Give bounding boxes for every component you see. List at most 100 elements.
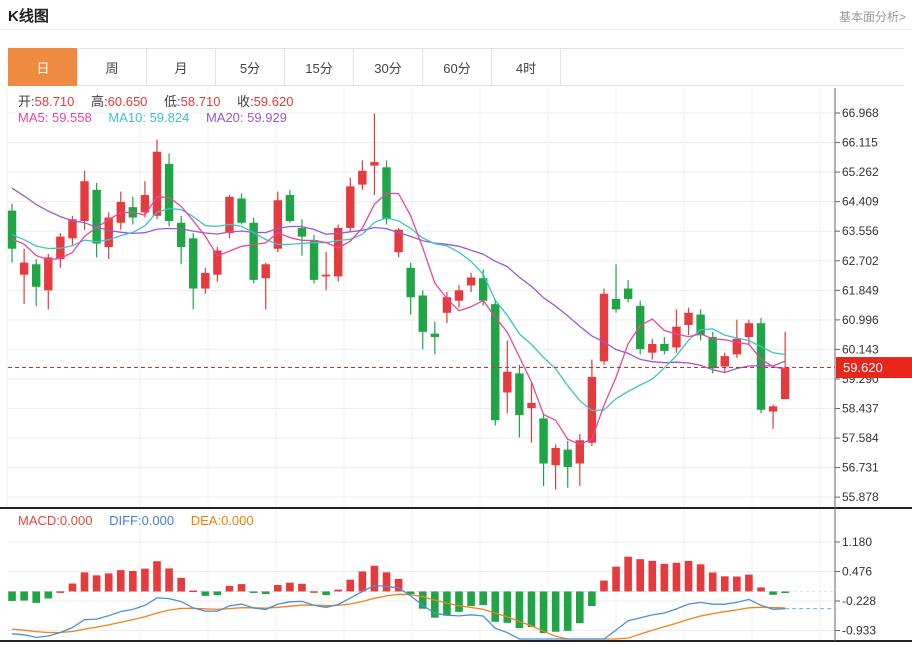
macd-bar xyxy=(455,591,463,611)
macd-bar xyxy=(600,581,608,592)
macd-bar xyxy=(165,568,173,591)
diff-label: DIFF: xyxy=(109,513,142,528)
axis-tick-label: 62.702 xyxy=(842,254,879,268)
page-header: K线图 基本面分析> xyxy=(0,0,912,30)
macd-bar xyxy=(697,564,705,591)
macd-bar xyxy=(479,591,487,605)
candle-body xyxy=(237,198,245,222)
candle-body xyxy=(672,327,680,348)
ohlc-readout: 开:58.710 高:60.650 低:58.710 收:59.620 xyxy=(18,91,306,110)
macd-bar xyxy=(117,570,125,591)
candle-body xyxy=(564,450,572,467)
macd-bar xyxy=(202,591,210,595)
open-value: 58.710 xyxy=(35,94,75,109)
tab-5min[interactable]: 5分 xyxy=(215,48,285,86)
macd-bar xyxy=(214,591,222,595)
low-value: 58.710 xyxy=(181,94,221,109)
macd-bar xyxy=(141,569,149,592)
candle-body xyxy=(527,403,535,408)
macd-bar xyxy=(781,591,789,593)
macd-bar xyxy=(685,561,693,592)
page-title: K线图 xyxy=(8,5,49,26)
axis-tick-label: 57.584 xyxy=(842,431,879,445)
candle-body xyxy=(721,356,729,366)
fundamental-analysis-link[interactable]: 基本面分析> xyxy=(839,8,906,25)
macd-bar xyxy=(528,591,536,627)
tab-4hour[interactable]: 4时 xyxy=(491,48,561,86)
candle-body xyxy=(8,211,16,249)
macd-bar xyxy=(177,578,185,592)
candle-body xyxy=(600,294,608,362)
macd-bar xyxy=(757,587,765,591)
high-label: 高: xyxy=(91,94,108,109)
tab-bar-filler xyxy=(560,48,904,86)
macd-bar xyxy=(286,583,294,592)
macd-bar xyxy=(612,567,620,592)
candle-body xyxy=(769,406,777,411)
current-price-badge-label: 59.620 xyxy=(843,360,883,375)
macd-bar xyxy=(129,571,137,591)
macd-bar xyxy=(346,580,354,592)
candle-body xyxy=(80,181,88,221)
candle-body xyxy=(286,195,294,221)
kline-chart-canvas[interactable]: 66.96866.11565.26264.40963.55662.70261.8… xyxy=(0,88,912,646)
tab-15min[interactable]: 15分 xyxy=(284,48,354,86)
macd-bar xyxy=(576,591,584,623)
candle-body xyxy=(358,171,366,185)
macd-bar xyxy=(334,590,342,592)
macd-bar xyxy=(298,584,306,592)
candle-body xyxy=(346,186,354,228)
macd-bar xyxy=(721,576,729,591)
macd-bar xyxy=(552,591,560,631)
ma5-value: 59.558 xyxy=(52,110,92,125)
candle-body xyxy=(189,238,197,288)
macd-bar xyxy=(262,591,270,594)
candle-body xyxy=(262,264,270,278)
axis-tick-label: 0.476 xyxy=(842,564,872,578)
tab-60min[interactable]: 60分 xyxy=(422,48,492,86)
macd-bar xyxy=(359,571,367,591)
low-label: 低: xyxy=(164,94,181,109)
candle-body xyxy=(44,257,52,290)
candle-body xyxy=(165,164,173,221)
macd-bar xyxy=(8,591,16,601)
candle-body xyxy=(20,263,28,275)
macd-bar xyxy=(44,591,52,598)
ma20-value: 59.929 xyxy=(247,110,287,125)
macd-bar xyxy=(661,564,669,592)
candle-body xyxy=(515,373,523,415)
tab-30min[interactable]: 30分 xyxy=(353,48,423,86)
macd-bar xyxy=(20,591,28,600)
ma20-line xyxy=(12,188,785,372)
candle-body xyxy=(177,223,185,247)
axis-tick-label: 55.878 xyxy=(842,490,879,504)
ma5-label: MA5: xyxy=(18,110,48,125)
macd-bar xyxy=(371,566,379,592)
axis-tick-label: 64.409 xyxy=(842,195,879,209)
dea-value: 0.000 xyxy=(221,513,254,528)
macd-bar xyxy=(93,575,101,591)
candle-body xyxy=(225,197,233,233)
axis-tick-label: -0.933 xyxy=(842,624,876,638)
candle-body xyxy=(406,268,414,297)
macd-bar xyxy=(769,591,777,594)
macd-bar xyxy=(564,591,572,630)
macd-bar xyxy=(648,561,656,592)
axis-tick-label: 61.849 xyxy=(842,283,879,297)
candle-body xyxy=(298,228,306,237)
open-label: 开: xyxy=(18,94,35,109)
tab-week[interactable]: 周 xyxy=(77,48,147,86)
macd-value: 0.000 xyxy=(60,513,93,528)
candle-body xyxy=(539,418,547,463)
candle-body xyxy=(201,273,209,289)
tab-month[interactable]: 月 xyxy=(146,48,216,86)
tab-day[interactable]: 日 xyxy=(8,48,78,86)
macd-bar xyxy=(69,583,77,591)
macd-bar xyxy=(383,572,391,591)
candle-body xyxy=(322,275,330,277)
macd-bar xyxy=(322,591,330,595)
axis-tick-label: 1.180 xyxy=(842,535,872,549)
axis-tick-label: 60.996 xyxy=(842,313,879,327)
macd-bar xyxy=(624,557,632,592)
candle-body xyxy=(213,250,221,274)
